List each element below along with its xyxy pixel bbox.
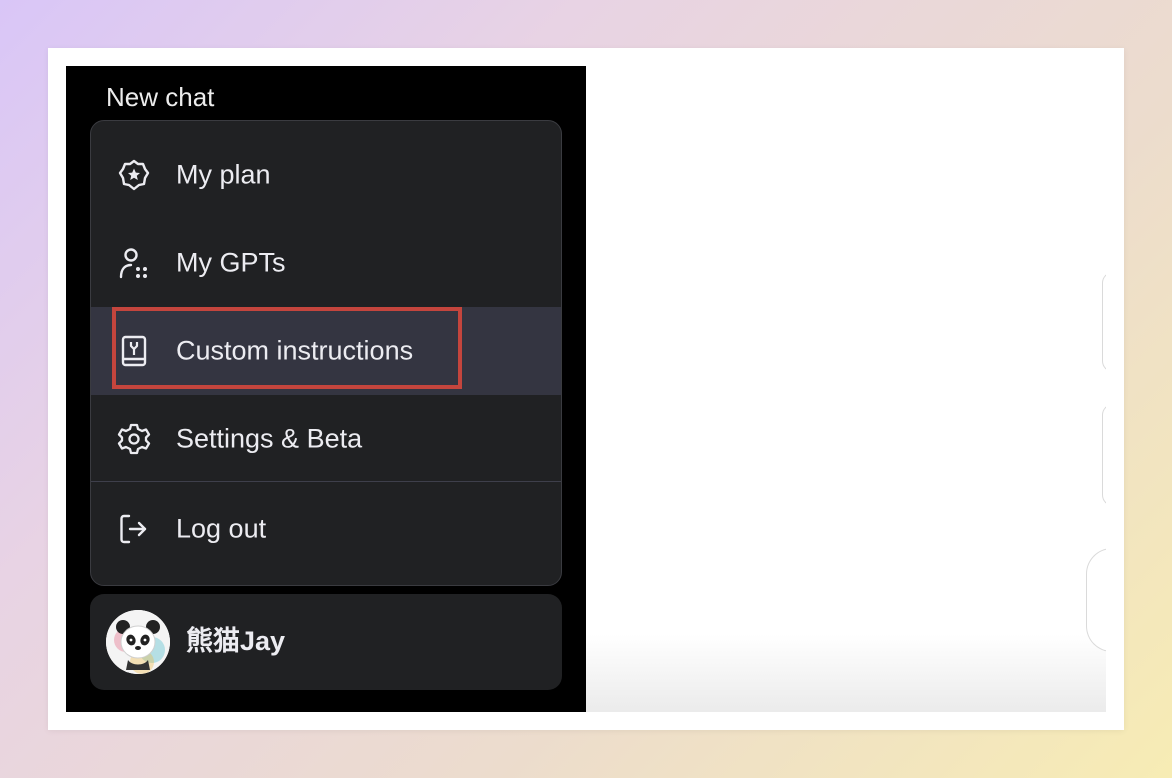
gpts-icon xyxy=(117,246,151,280)
account-menu: My plan My GPTs Custom instructions Sett… xyxy=(90,120,562,586)
content-card-edge xyxy=(1102,404,1106,506)
menu-item-settings-beta[interactable]: Settings & Beta xyxy=(91,395,561,483)
new-chat-button[interactable]: New chat xyxy=(106,80,214,114)
menu-item-label: Log out xyxy=(176,513,267,544)
menu-item-label: My plan xyxy=(176,159,271,190)
menu-item-label: My GPTs xyxy=(176,247,286,278)
instructions-book-icon xyxy=(117,334,151,368)
username: 熊猫Jay xyxy=(186,626,286,656)
menu-item-custom-instructions[interactable]: Custom instructions xyxy=(91,307,561,395)
menu-divider xyxy=(91,481,561,482)
content-card-edge xyxy=(1086,548,1106,652)
user-profile-button[interactable]: 熊猫Jay xyxy=(90,594,562,690)
plan-badge-icon xyxy=(117,158,151,192)
menu-item-my-plan[interactable]: My plan xyxy=(91,131,561,219)
gear-icon xyxy=(117,422,151,456)
menu-item-log-out[interactable]: Log out xyxy=(91,485,561,573)
logout-icon xyxy=(117,512,151,546)
sidebar: New chat My plan My GPTs Custom instruct… xyxy=(66,66,586,712)
avatar xyxy=(106,610,170,674)
menu-item-label: Settings & Beta xyxy=(176,423,363,454)
main-content-area xyxy=(586,66,1106,712)
content-card-edge xyxy=(1102,272,1106,372)
menu-item-my-gpts[interactable]: My GPTs xyxy=(91,219,561,307)
menu-item-label: Custom instructions xyxy=(176,335,414,366)
panda-avatar-icon xyxy=(106,610,170,674)
